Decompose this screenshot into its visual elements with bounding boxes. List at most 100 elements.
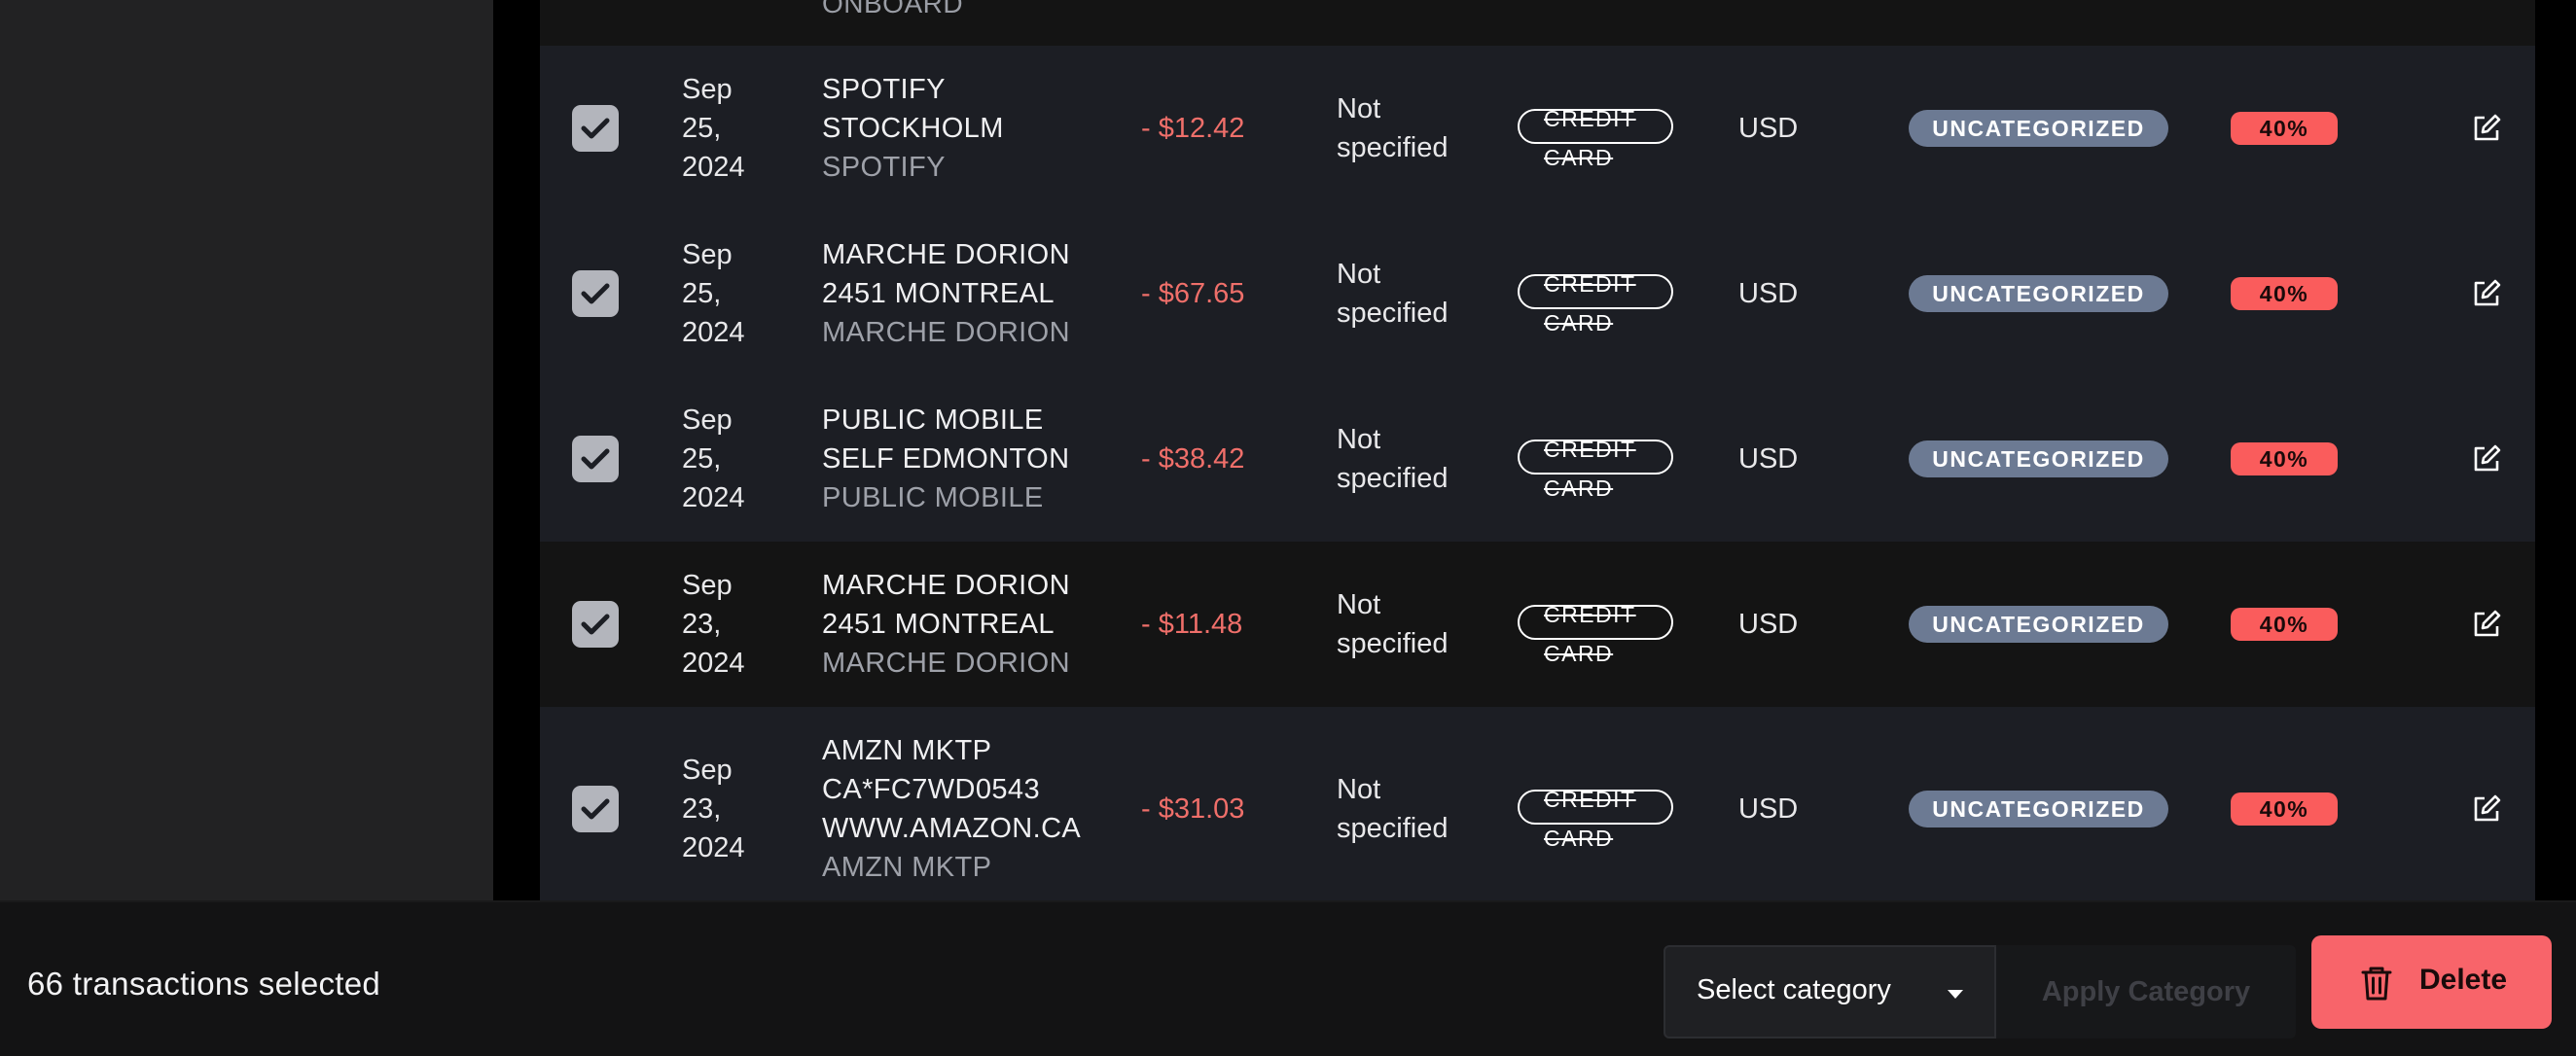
payment-method-label: CREDIT CARD: [1544, 99, 1636, 177]
merchant-name-line: 2451 MONTREAL: [822, 278, 1055, 309]
percent-badge: 40%: [2231, 442, 2338, 475]
date-line: Sep: [682, 570, 733, 601]
merchant-name-line: MARCHE DORION: [822, 239, 1070, 270]
row-checkbox[interactable]: [572, 270, 619, 317]
payment-method-line: CREDIT: [1544, 787, 1636, 812]
payment-method-label: CREDIT CARD: [1544, 264, 1634, 342]
category-badge[interactable]: UNCATEGORIZED: [1909, 791, 2168, 827]
category-badge[interactable]: UNCATEGORIZED: [1909, 275, 2168, 312]
row-checkbox[interactable]: [572, 786, 619, 832]
payment-method-line: CREDIT: [1544, 437, 1636, 462]
status-line: Not: [1337, 424, 1381, 455]
merchant-name-line: SPOTIFY: [822, 74, 946, 105]
payment-method-line: CREDIT: [1544, 106, 1636, 131]
table-row: Sep 23, 2024 AMZN MKTP CA*FC7WD0543 WWW.AMAZO…: [540, 707, 2535, 900]
transaction-date: Sep 25, 2024: [682, 401, 789, 517]
status-line: Not: [1337, 259, 1381, 290]
check-icon: [581, 118, 610, 139]
check-icon: [581, 614, 610, 635]
edit-button[interactable]: [2471, 443, 2502, 475]
date-line: 23,: [682, 609, 722, 640]
delete-button-label: Delete: [2419, 964, 2508, 996]
transaction-date: Sep 25, 2024: [682, 235, 789, 352]
trash-icon: [2361, 967, 2392, 1001]
category-badge[interactable]: UNCATEGORIZED: [1909, 110, 2168, 147]
currency: USD: [1738, 793, 1799, 825]
edit-button[interactable]: [2471, 278, 2502, 309]
row-checkbox[interactable]: [572, 105, 619, 152]
status-line: specified: [1337, 628, 1449, 659]
payment-method-badge: CREDIT CARD: [1518, 602, 1673, 666]
payment-method-line: CREDIT: [1544, 602, 1636, 627]
edit-icon: [2474, 279, 2501, 306]
transaction-amount: - $11.48: [1141, 609, 1243, 640]
currency: USD: [1738, 113, 1799, 144]
date-line: 25,: [682, 443, 722, 475]
row-checkbox[interactable]: [572, 601, 619, 648]
bulk-action-bar: 66 transactions selected Select category…: [0, 900, 2576, 1056]
date-line: 23,: [682, 793, 722, 825]
payment-method-line: CARD: [1544, 641, 1614, 666]
merchant-name-line: SELF EDMONTON: [822, 443, 1070, 475]
merchant-name-line: 2451 MONTREAL: [822, 609, 1055, 640]
merchant: MARCHE DORION 2451 MONTREAL MARCHE DORION: [822, 566, 1114, 683]
merchant: AMZN MKTP CA*FC7WD0543 WWW.AMAZON.CA AMZN M…: [822, 731, 1114, 887]
payment-method-badge: CREDIT CARD: [1518, 787, 1673, 851]
category-select[interactable]: Select category: [1664, 945, 1996, 1038]
date-line: 25,: [682, 278, 722, 309]
payment-method-badge: CREDIT CARD: [1518, 437, 1673, 501]
edit-button[interactable]: [2471, 609, 2502, 640]
currency: USD: [1738, 278, 1799, 309]
merchant-name-line: STOCKHOLM: [822, 113, 1004, 144]
edit-button[interactable]: [2471, 793, 2502, 825]
payment-method-line: CARD: [1544, 145, 1614, 170]
check-icon: [581, 798, 610, 820]
merchant-name-line: AMZN MKTP: [822, 735, 992, 766]
date-line: Sep: [682, 405, 733, 436]
merchant: MARCHE DORION 2451 MONTREAL MARCHE DORION: [822, 235, 1114, 352]
table-row-partial: ONBOARD: [540, 0, 2535, 46]
date-line: Sep: [682, 74, 733, 105]
payment-method-line: CARD: [1544, 310, 1614, 335]
percent-badge: 40%: [2231, 792, 2338, 826]
check-icon: [581, 283, 610, 304]
delete-button[interactable]: Delete: [2311, 935, 2552, 1029]
transaction-date: Sep 23, 2024: [682, 751, 789, 867]
edit-button[interactable]: [2471, 113, 2502, 144]
edit-icon: [2474, 444, 2501, 472]
transaction-amount: - $12.42: [1141, 113, 1245, 144]
category-badge[interactable]: UNCATEGORIZED: [1909, 440, 2168, 477]
merchant: SPOTIFY STOCKHOLM SPOTIFY: [822, 70, 1114, 187]
percent-badge: 40%: [2231, 277, 2338, 310]
merchant-sub: PUBLIC MOBILE: [822, 482, 1044, 513]
sidebar: [0, 0, 493, 900]
check-icon: [581, 448, 610, 470]
table-row: Sep 23, 2024 MARCHE DORION 2451 MONTREAL MARC…: [540, 542, 2535, 707]
date-line: Sep: [682, 755, 733, 786]
merchant-name-line: PUBLIC MOBILE: [822, 405, 1044, 436]
currency: USD: [1738, 609, 1799, 640]
transaction-status: Not specified: [1337, 420, 1473, 498]
edit-icon: [2474, 114, 2501, 141]
edit-icon: [2474, 610, 2501, 637]
transaction-amount: - $38.42: [1141, 443, 1245, 475]
table-row: Sep 25, 2024 SPOTIFY STOCKHOLM SPOTIFY - $12.4…: [540, 46, 2535, 211]
merchant-name-line: MARCHE DORION: [822, 570, 1070, 601]
merchant-name: ONBOARD: [822, 0, 964, 18]
status-line: specified: [1337, 813, 1449, 844]
date-line: 2024: [682, 482, 745, 513]
date-line: 2024: [682, 648, 745, 679]
merchant-sub: SPOTIFY: [822, 152, 946, 183]
transaction-status: Not specified: [1337, 585, 1473, 663]
transaction-amount: - $31.03: [1141, 793, 1245, 825]
apply-category-button[interactable]: Apply Category: [1996, 945, 2296, 1038]
transaction-status: Not specified: [1337, 770, 1473, 848]
transactions-table: ONBOARD Sep 25, 2024 SPOTIFY STOCKHOLM SPOTIF…: [540, 0, 2535, 900]
transaction-date: Sep 23, 2024: [682, 566, 789, 683]
category-badge[interactable]: UNCATEGORIZED: [1909, 606, 2168, 643]
merchant: PUBLIC MOBILE SELF EDMONTON PUBLIC MOBILE: [822, 401, 1114, 517]
merchant-sub: AMZN MKTP: [822, 852, 992, 883]
status-line: specified: [1337, 463, 1449, 494]
row-checkbox[interactable]: [572, 436, 619, 482]
payment-method-badge: CREDIT CARD: [1518, 106, 1673, 170]
